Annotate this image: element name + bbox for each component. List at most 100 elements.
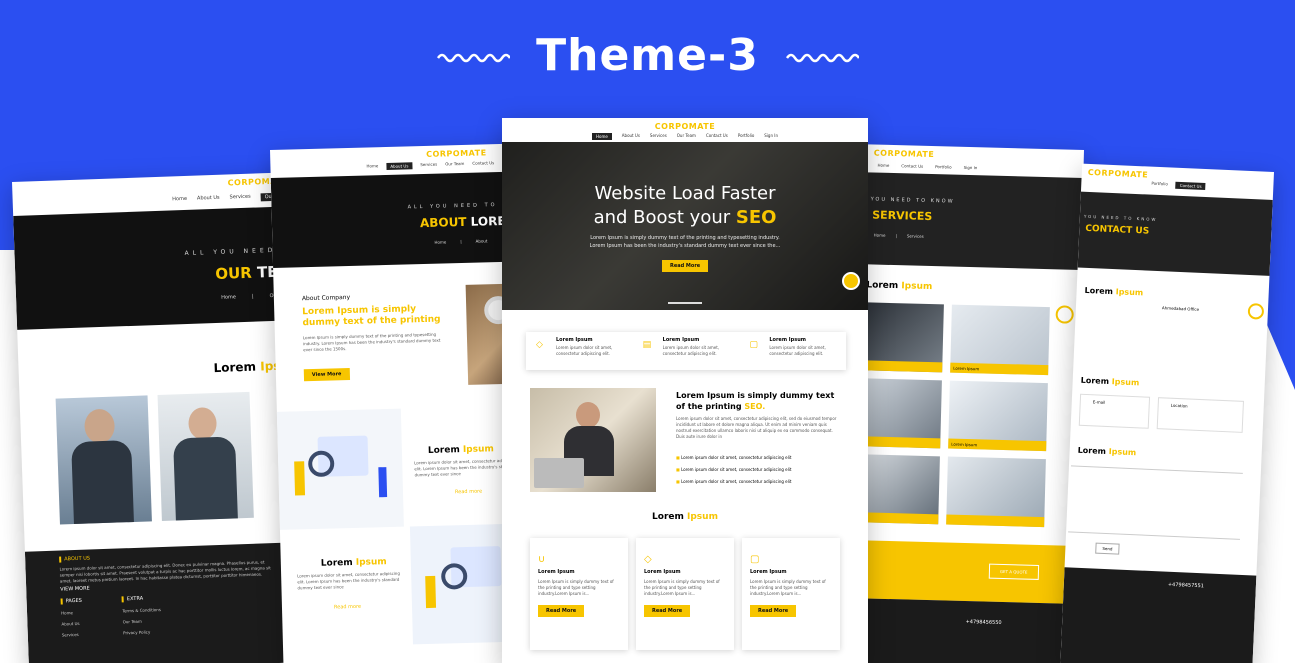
services-section-title: Lorem Ipsum: [866, 280, 933, 293]
team-nav-services[interactable]: Services: [230, 194, 251, 203]
home-service-card: ∪ Lorem Ipsum Lorem Ipsum is simply dumm…: [530, 538, 628, 650]
contact-nav-contact[interactable]: Contact Us: [1175, 181, 1206, 191]
services-nav-contact[interactable]: Contact Us: [901, 163, 923, 169]
about-block2-title: Lorem Ipsum: [320, 557, 387, 569]
services-footer: +4798456550: [854, 598, 1073, 663]
service-tile-5[interactable]: [858, 454, 940, 525]
about-breadcrumb: Home | About: [434, 238, 488, 245]
check-icon: ■: [676, 479, 680, 484]
home-nav-services[interactable]: Services: [650, 133, 667, 140]
chat-icon[interactable]: [842, 272, 860, 290]
home-service-card-button[interactable]: Read More: [538, 605, 585, 617]
service-tile-6[interactable]: [946, 456, 1046, 528]
home-nav-portfolio[interactable]: Portfolio: [738, 133, 754, 140]
contact-title: CONTACT US: [1085, 223, 1150, 237]
check-icon: ■: [676, 455, 680, 460]
contact-nav-portfolio[interactable]: Portfolio: [1151, 181, 1168, 189]
home-feature-item: ▢ Lorem Ipsum Lorem ipsum dolor sit amet…: [749, 337, 826, 356]
home-feature-item: ◇ Lorem Ipsum Lorem ipsum dolor sit amet…: [536, 337, 613, 356]
home-nav: Home About Us Services Our Team Contact …: [502, 133, 868, 140]
contact-location-box: Location: [1156, 397, 1244, 433]
home-about-bullets: ■ Lorem ipsum dolor sit amet, consectetu…: [676, 455, 792, 484]
team-footer-page-link[interactable]: Services: [62, 632, 83, 638]
services-nav-portfolio[interactable]: Portfolio: [935, 164, 952, 169]
contact-section-1: Lorem Ipsum: [1084, 285, 1144, 298]
home-service-card-button[interactable]: Read More: [644, 605, 691, 617]
about-nav-services[interactable]: Services: [420, 162, 437, 169]
about-company-label: About Company: [301, 293, 351, 303]
contact-page-preview: CORPOMATE Portfolio Contact Us YOU NEED …: [1060, 163, 1274, 663]
team-footer: ABOUT US Lorem ipsum dolor sit amet, con…: [24, 541, 319, 663]
about-nav-contact[interactable]: Contact Us: [472, 160, 494, 168]
home-hero: Website Load Faster and Boost your SEO L…: [502, 142, 868, 310]
about-nav-team[interactable]: Our Team: [445, 161, 464, 168]
about-logo: CORPOMATE: [426, 148, 487, 159]
service-tile-4[interactable]: Lorem Ipsum: [948, 380, 1048, 452]
file-icon: ▢: [750, 554, 760, 565]
hero-slider-dots[interactable]: [668, 302, 702, 304]
document-icon: ▤: [642, 340, 652, 350]
about-illustration-1: [276, 408, 404, 530]
home-nav-about[interactable]: About Us: [622, 133, 640, 140]
team-footer-page-link[interactable]: Home: [61, 610, 82, 615]
contact-footer-phone: +4798457551: [1167, 581, 1205, 590]
services-nav-home[interactable]: Home: [877, 163, 889, 168]
contact-send-button[interactable]: Send: [1095, 542, 1120, 555]
banner-title: Theme-3: [536, 30, 759, 81]
home-header: CORPOMATE Home About Us Services Our Tea…: [502, 118, 868, 142]
home-section-title: Lorem Ipsum: [652, 512, 718, 522]
services-cta-band: GET A QUOTE: [856, 540, 1074, 604]
team-footer-extra-link[interactable]: Our Team: [123, 618, 162, 625]
services-footer-phone: +4798456550: [965, 619, 1002, 627]
magnet-icon: ∪: [538, 554, 546, 565]
about-nav-home[interactable]: Home: [366, 163, 378, 170]
service-tile-3[interactable]: [860, 378, 942, 449]
chat-icon[interactable]: [1055, 305, 1074, 324]
home-hero-read-more-button[interactable]: Read More: [662, 260, 709, 272]
chat-icon[interactable]: [1247, 303, 1265, 320]
services-title: SERVICES: [872, 208, 933, 224]
services-nav-signin[interactable]: Sign In: [964, 165, 978, 170]
about-block1-link[interactable]: Read more: [455, 489, 482, 496]
diamond-icon: ◇: [536, 340, 543, 350]
home-feature-strip: ◇ Lorem Ipsum Lorem ipsum dolor sit amet…: [526, 332, 846, 370]
home-service-card-button[interactable]: Read More: [750, 605, 797, 617]
contact-nav: Portfolio Contact Us: [1151, 181, 1206, 191]
service-tile-1[interactable]: [862, 302, 944, 373]
check-icon: ■: [676, 467, 680, 472]
service-tile-2[interactable]: Lorem Ipsum: [950, 304, 1050, 376]
about-nav-about[interactable]: About Us: [386, 162, 413, 170]
contact-hero: YOU NEED TO KNOW CONTACT US: [1077, 191, 1273, 276]
team-footer-extra-link[interactable]: Privacy Policy: [123, 629, 162, 635]
about-hero: ALL YOU NEED TO KNO ABOUT LOREM Home | Abo…: [270, 171, 533, 268]
services-breadcrumb: Home | Services: [873, 232, 924, 239]
team-footer-pages: PAGES Home About Us Services: [60, 597, 83, 638]
about-view-more-button[interactable]: View More: [303, 368, 350, 382]
home-hero-subtitle: Lorem Ipsum is simply dummy text of the …: [589, 235, 781, 249]
about-nav: Home About Us Services Our Team Contact …: [366, 160, 494, 170]
team-footer-page-link[interactable]: About Us: [61, 621, 82, 627]
contact-footer: +4798457551: [1060, 567, 1257, 663]
home-service-card: ◇ Lorem Ipsum Lorem Ipsum is simply dumm…: [636, 538, 734, 650]
services-page-preview: CORPOMATE Home Contact Us Portfolio Sign…: [854, 144, 1084, 663]
team-footer-extra: EXTRA Terms & Conditions Our Team Privac…: [121, 595, 162, 636]
team-nav-about[interactable]: About Us: [197, 195, 220, 204]
team-nav-home[interactable]: Home: [172, 196, 187, 205]
team-footer-extra-link[interactable]: Terms & Conditions: [122, 607, 161, 613]
wave-decoration-left-icon: [436, 53, 510, 63]
services-logo: CORPOMATE: [873, 148, 935, 160]
home-nav-signin[interactable]: Sign In: [764, 133, 778, 140]
services-tagline: YOU NEED TO KNOW: [870, 196, 955, 205]
contact-tagline: YOU NEED TO KNOW: [1083, 213, 1158, 222]
home-nav-team[interactable]: Our Team: [677, 133, 696, 140]
team-member-photo-2: [157, 391, 254, 521]
home-nav-contact[interactable]: Contact Us: [706, 133, 728, 140]
home-about-heading: Lorem Ipsum is simply dummy text of the …: [676, 391, 835, 411]
home-service-card: ▢ Lorem Ipsum Lorem Ipsum is simply dumm…: [742, 538, 840, 650]
about-block2-link[interactable]: Read more: [334, 604, 361, 611]
team-member-photo-1: [55, 395, 152, 525]
get-quote-button[interactable]: GET A QUOTE: [988, 563, 1039, 580]
home-nav-home[interactable]: Home: [591, 133, 612, 140]
team-footer-columns: PAGES Home About Us Services EXTRA Terms…: [60, 591, 284, 638]
home-about-text: Lorem ipsum dolor sit amet, consectetur …: [676, 416, 837, 439]
